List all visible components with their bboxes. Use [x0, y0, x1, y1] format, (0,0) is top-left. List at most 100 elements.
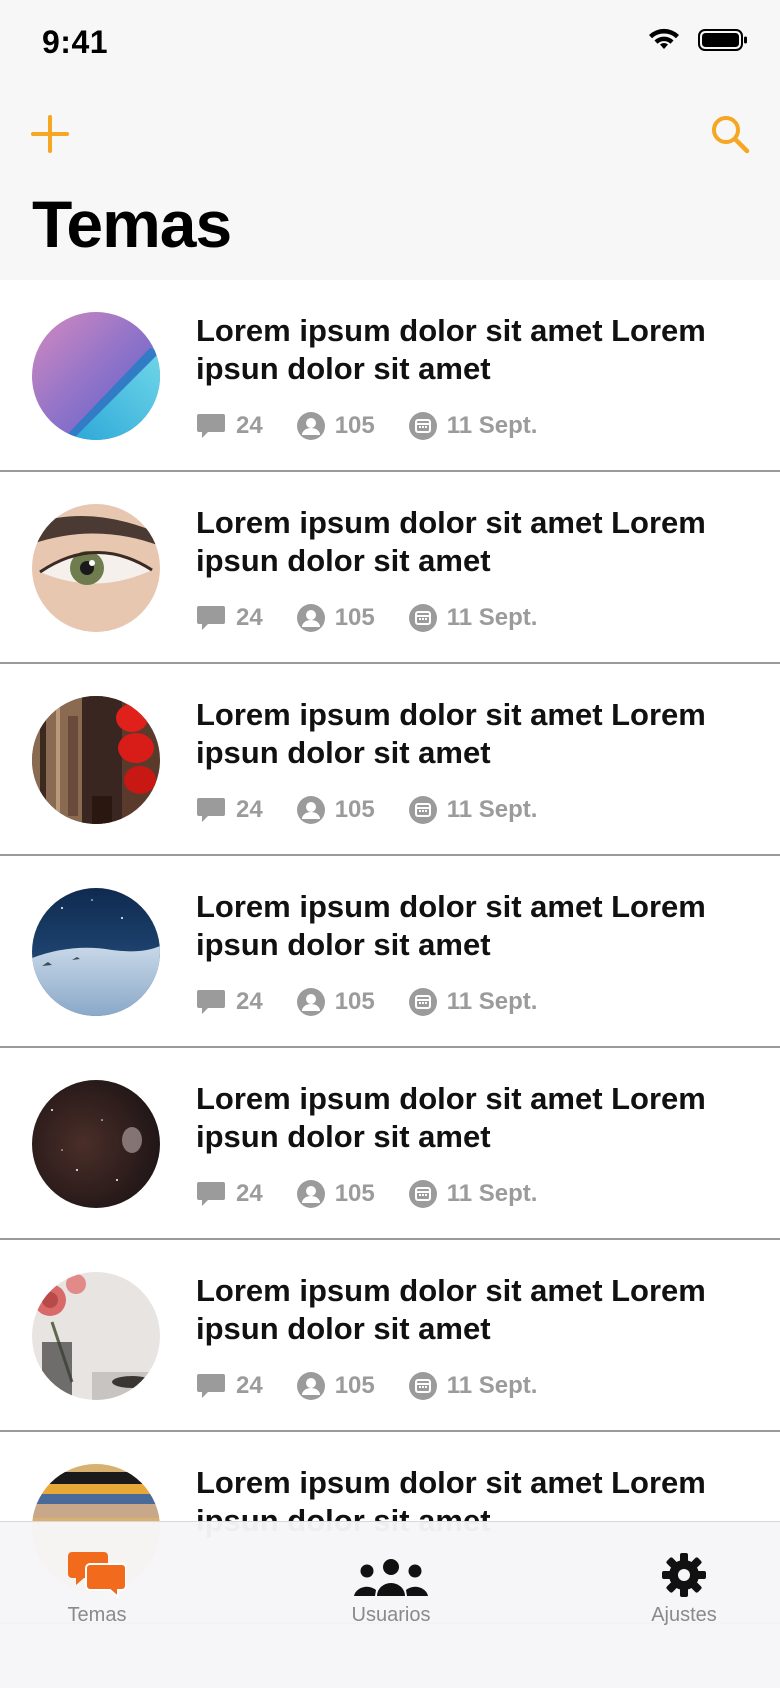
snowy-night-image — [32, 888, 160, 1016]
comments-count: 24 — [196, 796, 263, 824]
flowers-image — [32, 1272, 160, 1400]
calendar-icon — [408, 604, 437, 632]
date-value: 11 Sept. — [446, 1180, 538, 1207]
wifi-icon — [649, 28, 679, 49]
page-title: Temas — [32, 187, 232, 261]
date-value: 11 Sept. — [446, 604, 538, 631]
users-count: 105 — [296, 796, 375, 824]
comment-icon — [197, 990, 225, 1014]
tab-bar: Temas Usuarios Ajustes — [0, 1521, 780, 1688]
tab-usuarios[interactable]: Usuarios — [311, 1542, 471, 1642]
topic-row[interactable]: Lorem ipsum dolor sit amet Lorem ipsun d… — [0, 856, 780, 1048]
topic-meta: 24 105 11 Sept. — [196, 796, 537, 824]
topic-row[interactable]: Lorem ipsum dolor sit amet Lorem ipsun d… — [0, 1240, 780, 1432]
users-count: 105 — [296, 412, 375, 440]
users-value: 105 — [334, 412, 375, 439]
gear-icon — [662, 1553, 706, 1597]
date: 11 Sept. — [408, 1180, 538, 1208]
status-icons — [648, 28, 748, 52]
calendar-icon — [408, 1372, 437, 1400]
date-value: 11 Sept. — [446, 988, 538, 1015]
user-circle-icon — [296, 604, 325, 632]
tab-temas[interactable]: Temas — [17, 1542, 177, 1642]
search-button[interactable] — [706, 110, 754, 158]
user-circle-icon — [296, 1180, 325, 1208]
topic-title: Lorem ipsum dolor sit amet Lorem ipsun d… — [196, 505, 706, 578]
add-button[interactable] — [26, 110, 74, 158]
tab-ajustes[interactable]: Ajustes — [604, 1542, 764, 1642]
gradient-image — [32, 312, 160, 440]
users-group-icon — [354, 1559, 428, 1596]
comments-value: 24 — [236, 988, 263, 1015]
comments-value: 24 — [236, 796, 263, 823]
chat-bubbles-icon — [68, 1552, 126, 1598]
topic-row[interactable]: Lorem ipsum dolor sit amet Lorem ipsun d… — [0, 472, 780, 664]
date-value: 11 Sept. — [446, 412, 538, 439]
topic-list: Lorem ipsum dolor sit amet Lorem ipsun d… — [0, 280, 780, 1624]
users-value: 105 — [334, 988, 375, 1015]
topic-meta: 24 105 11 Sept. — [196, 1180, 537, 1208]
topic-meta: 24 105 11 Sept. — [196, 412, 537, 440]
calendar-icon — [408, 988, 437, 1016]
date: 11 Sept. — [408, 604, 538, 632]
comments-value: 24 — [236, 412, 263, 439]
topic-title: Lorem ipsum dolor sit amet Lorem ipsun d… — [196, 697, 706, 770]
tab-label: Ajustes — [651, 1604, 717, 1626]
users-value: 105 — [334, 1180, 375, 1207]
comments-count: 24 — [196, 988, 263, 1016]
users-count: 105 — [296, 604, 375, 632]
comments-count: 24 — [196, 1372, 263, 1400]
comment-icon — [197, 798, 225, 822]
status-bar: 9:41 — [0, 0, 780, 90]
user-circle-icon — [296, 412, 325, 440]
users-value: 105 — [334, 796, 375, 823]
topic-title: Lorem ipsum dolor sit amet Lorem ipsun d… — [196, 889, 706, 962]
comment-icon — [197, 414, 225, 438]
nav-bar — [0, 100, 780, 160]
topic-title: Lorem ipsum dolor sit amet Lorem ipsun d… — [196, 1081, 706, 1154]
topic-row[interactable]: Lorem ipsum dolor sit amet Lorem ipsun d… — [0, 664, 780, 856]
topic-row[interactable]: Lorem ipsum dolor sit amet Lorem ipsun d… — [0, 1048, 780, 1240]
users-count: 105 — [296, 1180, 375, 1208]
search-icon — [712, 116, 750, 154]
status-time: 9:41 — [42, 24, 109, 60]
eye-image — [32, 504, 160, 632]
comment-icon — [197, 606, 225, 630]
topic-title: Lorem ipsum dolor sit amet Lorem ipsun d… — [196, 313, 706, 386]
tab-label: Usuarios — [351, 1604, 431, 1626]
topic-meta: 24 105 11 Sept. — [196, 1372, 537, 1400]
tab-label: Temas — [67, 1604, 127, 1626]
user-circle-icon — [296, 1372, 325, 1400]
plus-icon — [31, 115, 69, 153]
date-value: 11 Sept. — [446, 796, 538, 823]
space-nebula-image — [32, 1080, 160, 1208]
comments-count: 24 — [196, 604, 263, 632]
user-circle-icon — [296, 796, 325, 824]
user-circle-icon — [296, 988, 325, 1016]
topic-meta: 24 105 11 Sept. — [196, 604, 537, 632]
calendar-icon — [408, 412, 437, 440]
users-value: 105 — [334, 1372, 375, 1399]
comment-icon — [197, 1182, 225, 1206]
users-value: 105 — [334, 604, 375, 631]
street-lanterns-image — [32, 696, 160, 824]
users-count: 105 — [296, 988, 375, 1016]
comments-count: 24 — [196, 1180, 263, 1208]
comments-count: 24 — [196, 412, 263, 440]
calendar-icon — [408, 796, 437, 824]
comments-value: 24 — [236, 604, 263, 631]
date: 11 Sept. — [408, 988, 538, 1016]
date: 11 Sept. — [408, 412, 538, 440]
header: 9:41 Temas — [0, 0, 780, 280]
comments-value: 24 — [236, 1372, 263, 1399]
topic-title: Lorem ipsum dolor sit amet Lorem ipsun d… — [196, 1273, 706, 1346]
topic-row[interactable]: Lorem ipsum dolor sit amet Lorem ipsun d… — [0, 280, 780, 472]
comment-icon — [197, 1374, 225, 1398]
date: 11 Sept. — [408, 796, 538, 824]
date-value: 11 Sept. — [446, 1372, 538, 1399]
comments-value: 24 — [236, 1180, 263, 1207]
calendar-icon — [408, 1180, 437, 1208]
users-count: 105 — [296, 1372, 375, 1400]
battery-icon — [698, 29, 747, 51]
topic-meta: 24 105 11 Sept. — [196, 988, 537, 1016]
